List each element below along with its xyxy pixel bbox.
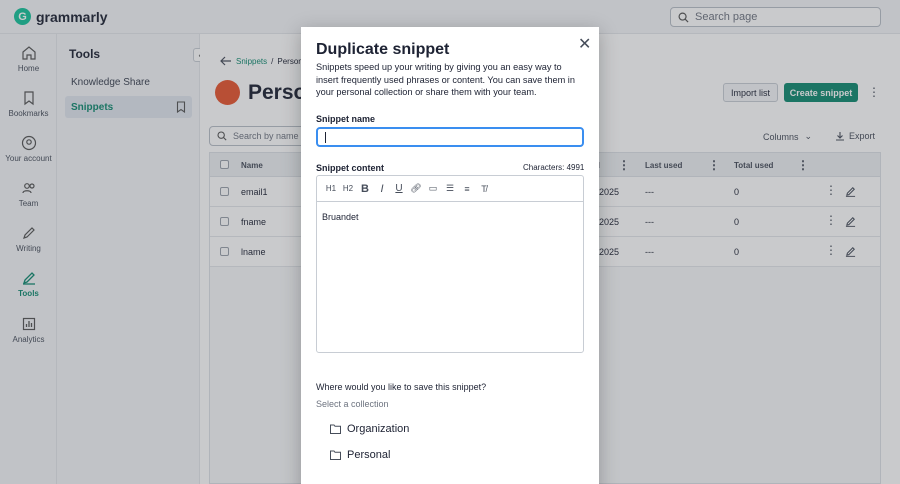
dialog-description: Snippets speed up your writing by giving… <box>316 62 575 98</box>
text-caret <box>325 132 326 143</box>
link-icon[interactable]: 🔗︎ <box>410 183 422 194</box>
snippet-name-input[interactable] <box>316 127 584 147</box>
collection-label: Personal <box>347 449 391 461</box>
character-count: Characters: 4991 <box>523 163 585 172</box>
folder-icon <box>330 450 341 460</box>
image-icon[interactable]: ▭ <box>427 183 439 194</box>
dialog-title: Duplicate snippet <box>316 41 450 58</box>
editor-toolbar: H1 H2 B I U 🔗︎ ▭ ☰ ≡ T̸ <box>317 176 583 202</box>
bullet-list-icon[interactable]: ≡ <box>461 184 473 194</box>
snippet-content-text[interactable]: Bruandet <box>322 212 359 222</box>
heading-1-icon[interactable]: H1 <box>325 184 337 193</box>
collection-option-organization[interactable]: Organization <box>330 423 409 435</box>
close-icon[interactable]: ✕ <box>578 34 591 54</box>
save-location-question: Where would you like to save this snippe… <box>316 382 487 392</box>
italic-icon[interactable]: I <box>376 183 388 195</box>
duplicate-snippet-dialog: Duplicate snippet ✕ Snippets speed up yo… <box>301 27 599 484</box>
heading-2-icon[interactable]: H2 <box>342 184 354 193</box>
clear-format-icon[interactable]: T̸ <box>478 184 490 194</box>
folder-icon <box>330 424 341 434</box>
snippet-content-label: Snippet content <box>316 163 384 173</box>
snippet-content-editor[interactable]: H1 H2 B I U 🔗︎ ▭ ☰ ≡ T̸ Bruandet <box>316 175 584 353</box>
ordered-list-icon[interactable]: ☰ <box>444 183 456 194</box>
bold-icon[interactable]: B <box>359 183 371 195</box>
collection-label: Organization <box>347 423 410 435</box>
underline-icon[interactable]: U <box>393 183 405 194</box>
collection-option-personal[interactable]: Personal <box>330 449 390 461</box>
select-collection-label: Select a collection <box>316 399 389 409</box>
snippet-name-label: Snippet name <box>316 114 376 124</box>
